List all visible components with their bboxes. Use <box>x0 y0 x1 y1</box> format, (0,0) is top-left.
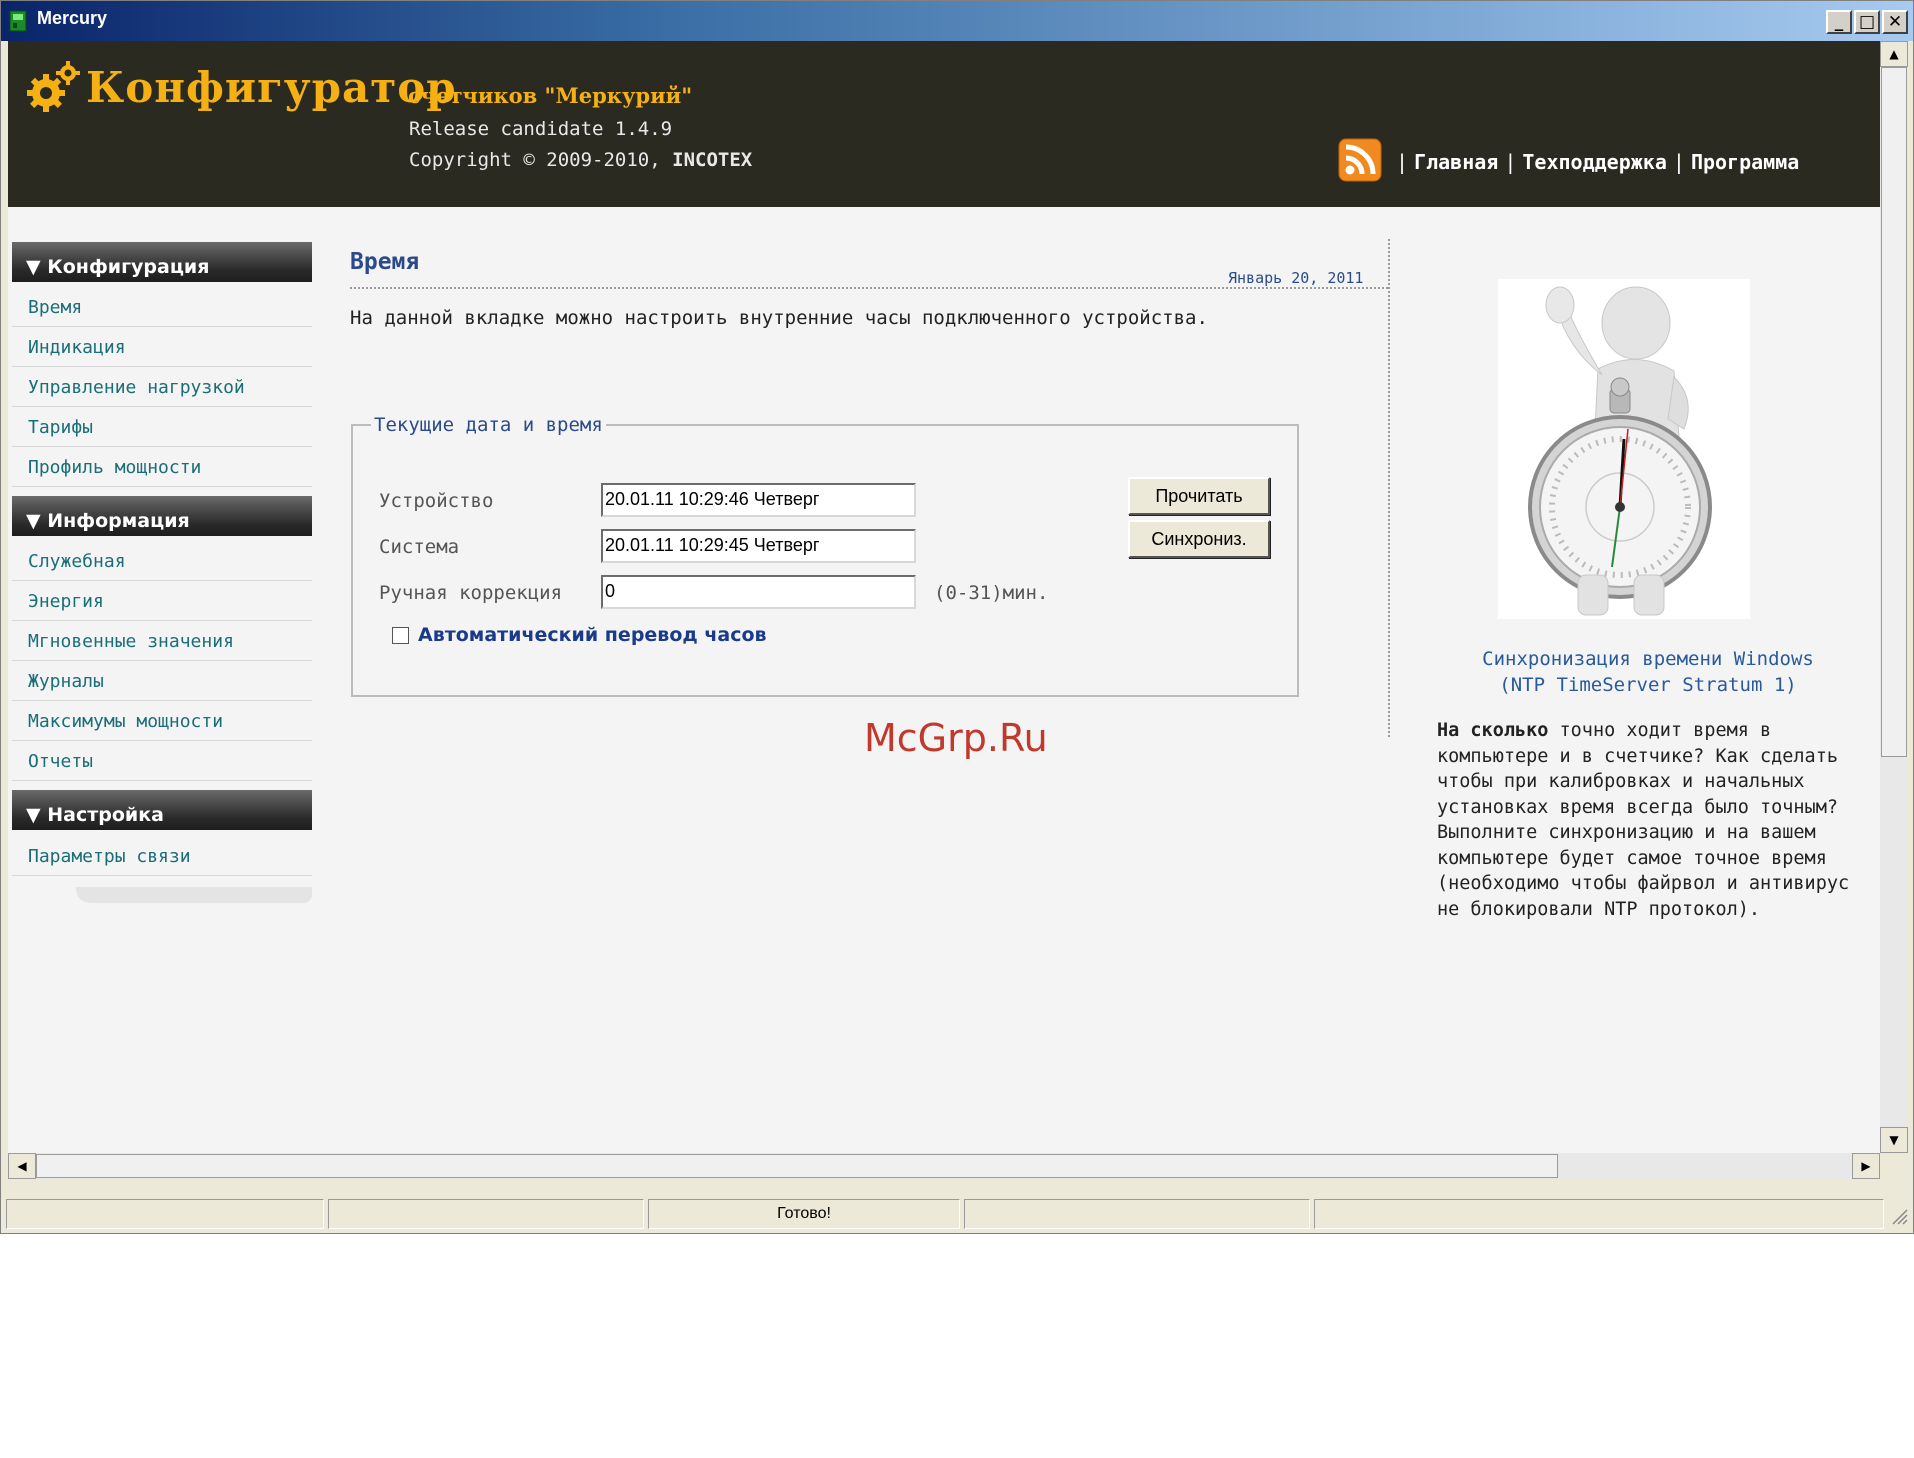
status-cell <box>328 1199 644 1229</box>
sidebar-item-tariffs[interactable]: Тарифы <box>12 407 312 447</box>
copyright-company: INCOTEX <box>672 149 753 171</box>
close-icon: ✕ <box>1887 11 1903 32</box>
page-title: Время <box>350 249 420 275</box>
scroll-right-arrow-icon[interactable]: ▶ <box>1852 1153 1880 1179</box>
title-bar[interactable]: Mercury _ □ ✕ <box>1 1 1913 41</box>
ntp-link-line1[interactable]: Синхронизация времени Windows <box>1408 646 1880 672</box>
title-divider <box>350 287 1388 289</box>
maximize-button[interactable]: □ <box>1854 10 1880 34</box>
sidebar-item-indication[interactable]: Индикация <box>12 327 312 367</box>
horizontal-scroll-thumb[interactable] <box>36 1154 1558 1178</box>
app-window: Mercury _ □ ✕ Конфигуратор счетчиков "Ме… <box>0 0 1914 1234</box>
page-date: Январь 20, 2011 <box>1228 269 1364 287</box>
top-nav: | Главная | Техподдержка | Программа <box>1390 150 1799 174</box>
window-title: Mercury <box>37 8 108 28</box>
promo-text: На сколько точно ходит время в компьютер… <box>1437 718 1872 922</box>
nav-link-support[interactable]: Техподдержка <box>1522 150 1667 174</box>
ntp-sync-link[interactable]: Синхронизация времени Windows (NTP TimeS… <box>1408 646 1880 698</box>
sync-button[interactable]: Синхрониз. <box>1128 520 1270 558</box>
maximize-icon: □ <box>1858 11 1876 32</box>
system-time-field[interactable]: 20.01.11 10:29:45 Четверг <box>601 529 916 563</box>
brand-subtitle: счетчиков "Меркурий" <box>408 83 693 108</box>
device-time-field[interactable]: 20.01.11 10:29:46 Четверг <box>601 483 916 517</box>
scroll-left-arrow-icon[interactable]: ◀ <box>8 1153 36 1179</box>
status-cell <box>964 1199 1310 1229</box>
close-button[interactable]: ✕ <box>1882 10 1908 34</box>
stopwatch-figure-icon <box>1498 279 1750 619</box>
vertical-scrollbar[interactable]: ▲ ▼ <box>1880 41 1908 1153</box>
status-bar: Готово! <box>6 1199 1908 1229</box>
site-header: Конфигуратор счетчиков "Меркурий" Releas… <box>8 41 1880 207</box>
nav-link-program[interactable]: Программа <box>1691 150 1799 174</box>
page-viewport: Конфигуратор счетчиков "Меркурий" Releas… <box>8 41 1880 1153</box>
auto-dst-label[interactable]: Автоматический перевод часов <box>418 624 767 646</box>
correction-range-hint: (0-31)мин. <box>934 582 1049 604</box>
copyright-prefix: Copyright © 2009-2010, <box>409 149 661 171</box>
column-divider <box>1388 239 1390 737</box>
nav-separator: | <box>1396 150 1409 174</box>
sidebar-item-connection-params[interactable]: Параметры связи <box>12 836 312 876</box>
resize-grip-icon[interactable] <box>1890 1207 1908 1225</box>
promo-body: точно ходит время в компьютере и в счетч… <box>1437 720 1850 920</box>
release-version: Release candidate 1.4.9 <box>409 118 673 140</box>
gear-icon <box>27 61 80 112</box>
minimize-button[interactable]: _ <box>1826 10 1852 34</box>
horizontal-scrollbar[interactable]: ◀ ▶ <box>8 1153 1880 1179</box>
system-time-label: Система <box>379 536 460 558</box>
device-time-label: Устройство <box>379 490 494 512</box>
status-cell <box>6 1199 324 1229</box>
nav-separator: | <box>1504 150 1517 174</box>
intro-text: На данной вкладке можно настроить внутре… <box>350 307 1208 329</box>
sidebar-item-time[interactable]: Время <box>12 287 312 327</box>
status-cell <box>1314 1199 1884 1229</box>
app-icon <box>9 10 27 32</box>
fieldset-legend: Текущие дата и время <box>371 414 606 436</box>
status-cell-ready: Готово! <box>648 1199 960 1229</box>
promo-bold: На сколько <box>1437 720 1549 741</box>
rss-icon[interactable] <box>1338 138 1382 182</box>
sidebar-item-load-control[interactable]: Управление нагрузкой <box>12 367 312 407</box>
nav-separator: | <box>1672 150 1685 174</box>
sidebar-item-logs[interactable]: Журналы <box>12 661 312 701</box>
nav-link-home[interactable]: Главная <box>1414 150 1498 174</box>
copyright: Copyright © 2009-2010, INCOTEX <box>409 149 752 171</box>
read-button[interactable]: Прочитать <box>1128 477 1270 515</box>
brand-title: Конфигуратор <box>86 63 457 112</box>
sidebar-footer <box>76 887 312 903</box>
minimize-icon: _ <box>1834 11 1844 32</box>
scroll-up-arrow-icon[interactable]: ▲ <box>1880 41 1908 67</box>
vertical-scroll-thumb[interactable] <box>1881 67 1907 757</box>
watermark: McGrp.Ru <box>864 716 1048 760</box>
auto-dst-checkbox[interactable] <box>392 627 409 644</box>
sidebar-section-settings[interactable]: ▼ Настройка <box>12 790 312 830</box>
sidebar-item-service[interactable]: Служебная <box>12 541 312 581</box>
sidebar-item-instant-values[interactable]: Мгновенные значения <box>12 621 312 661</box>
manual-correction-label: Ручная коррекция <box>379 582 563 604</box>
sidebar-item-energy[interactable]: Энергия <box>12 581 312 621</box>
sidebar-item-power-maximums[interactable]: Максимумы мощности <box>12 701 312 741</box>
sidebar-section-configuration[interactable]: ▼ Конфигурация <box>12 242 312 282</box>
ntp-link-line2[interactable]: (NTP TimeServer Stratum 1) <box>1408 672 1880 698</box>
manual-correction-input[interactable]: 0 <box>601 575 916 609</box>
scroll-down-arrow-icon[interactable]: ▼ <box>1880 1127 1908 1153</box>
sidebar-item-reports[interactable]: Отчеты <box>12 741 312 781</box>
sidebar-item-power-profile[interactable]: Профиль мощности <box>12 447 312 487</box>
sidebar-section-information[interactable]: ▼ Информация <box>12 496 312 536</box>
